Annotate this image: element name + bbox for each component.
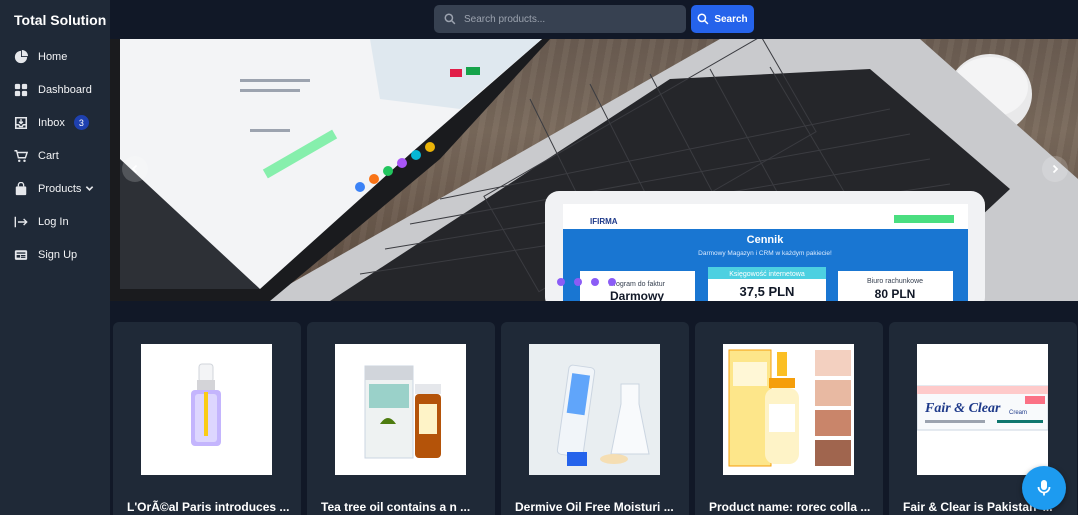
sidebar-item-home[interactable]: Home [0,40,110,73]
sidebar-item-label: Cart [38,149,59,162]
sidebar-item-cart[interactable]: Cart [0,139,110,172]
product-card[interactable]: L'OrÃ©al Paris introduces ... [113,322,301,515]
plan-1-name: Program do faktur [609,281,666,288]
grid-icon [14,83,28,97]
sidebar-item-label: Dashboard [38,83,92,96]
sidebar-item-label: Log In [38,215,69,228]
plan-2-price: 37,5 PLN [740,284,795,299]
plan-2-name: Księgowość internetowa [729,271,805,278]
product-image-serum [141,344,272,475]
tablet-subheading: Darmowy Magazyn i CRM w każdym pakiecie! [698,250,832,257]
product-image-tea-tree-oil [335,344,466,475]
sidebar: Total Solution Home Dashboard Inbox 3 Ca [0,0,110,515]
product-name: L'OrÃ©al Paris introduces ... [127,500,290,514]
voice-search-button[interactable] [1022,466,1066,510]
tablet-heading: Cennik [747,234,785,246]
sidebar-item-products[interactable]: Products [0,172,110,205]
product-image-moisturizer [529,344,660,475]
microphone-icon [1037,480,1051,496]
product-name: Product name: rorec colla ... [709,500,871,514]
plan-3-price: 80 PLN [875,287,916,301]
sidebar-item-dashboard[interactable]: Dashboard [0,73,110,106]
sidebar-item-label: Sign Up [38,248,78,261]
carousel-dot-1[interactable] [557,278,565,286]
sidebar-item-signup[interactable]: Sign Up [0,238,110,271]
chevron-right-icon [1052,164,1059,174]
brand-title[interactable]: Total Solution [14,12,106,28]
login-icon [14,215,28,229]
search-icon [697,13,709,25]
product-card[interactable]: Product name: rorec colla ... [695,322,883,515]
carousel-next-button[interactable] [1042,156,1068,182]
tablet-brand: IFIRMA [590,217,618,226]
signup-icon [14,248,28,262]
cart-icon [14,149,28,163]
search-input[interactable] [464,13,674,25]
search-icon [444,13,456,25]
sidebar-item-label: Inbox [38,116,65,129]
product-card[interactable]: Dermive Oil Free Moisturi ... [501,322,689,515]
sidebar-item-inbox[interactable]: Inbox 3 [0,106,110,139]
chevron-left-icon [131,164,138,174]
product-name: Tea tree oil contains a n ... [321,500,471,514]
sidebar-item-label: Home [38,50,68,63]
plan-1-price: Darmowy [610,289,664,301]
product-card[interactable]: Tea tree oil contains a n ... [307,322,495,515]
hero-carousel: IFIRMA Cennik Darmowy Magazyn i CRM w ka… [110,39,1078,301]
carousel-dot-3[interactable] [591,278,599,286]
fair-clear-sub: Cream [1009,410,1027,416]
pie-chart-icon [14,49,28,64]
product-image-white-rice-serum [723,344,854,475]
product-grid: L'OrÃ©al Paris introduces ... Tea tree o… [110,322,1078,515]
product-name: Dermive Oil Free Moisturi ... [515,500,674,514]
carousel-slide-image: IFIRMA Cennik Darmowy Magazyn i CRM w ka… [110,39,1078,301]
plan-3-name: Biuro rachunkowe [867,278,923,285]
top-bar: Search [110,0,1078,39]
fair-clear-brand: Fair & Clear [924,401,1001,416]
sidebar-item-label: Products [38,182,82,195]
sidebar-item-login[interactable]: Log In [0,205,110,238]
bag-icon [14,181,28,196]
search-button-label: Search [714,13,748,25]
carousel-dot-4[interactable] [608,278,616,286]
inbox-count-badge: 3 [73,115,89,130]
sidebar-nav: Home Dashboard Inbox 3 Cart Products Log… [0,40,110,271]
product-image-fair-clear: Fair & Clear Cream [917,344,1048,475]
chevron-down-icon [85,184,94,193]
search-box[interactable] [434,5,686,33]
carousel-indicators [557,278,616,286]
inbox-icon [14,116,28,130]
carousel-prev-button[interactable] [122,156,148,182]
search-button[interactable]: Search [691,5,754,33]
carousel-dot-2[interactable] [574,278,582,286]
